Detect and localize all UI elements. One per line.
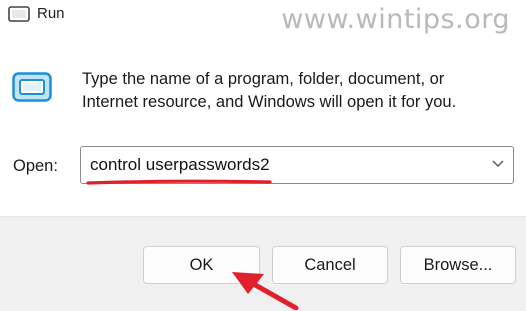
dialog-body: Type the name of a program, folder, docu… <box>0 34 526 216</box>
title-bar: Run www.wintips.org <box>0 0 526 35</box>
watermark: www.wintips.org <box>281 4 510 35</box>
run-icon <box>8 6 30 22</box>
browse-button[interactable]: Browse... <box>400 246 516 284</box>
window-title: Run <box>37 5 65 22</box>
red-underline-annotation <box>86 179 272 185</box>
chevron-down-icon[interactable] <box>491 159 505 169</box>
red-arrow-annotation <box>232 272 299 310</box>
description-text: Type the name of a program, folder, docu… <box>82 70 457 111</box>
open-label: Open: <box>13 157 58 175</box>
run-app-icon <box>12 72 52 102</box>
